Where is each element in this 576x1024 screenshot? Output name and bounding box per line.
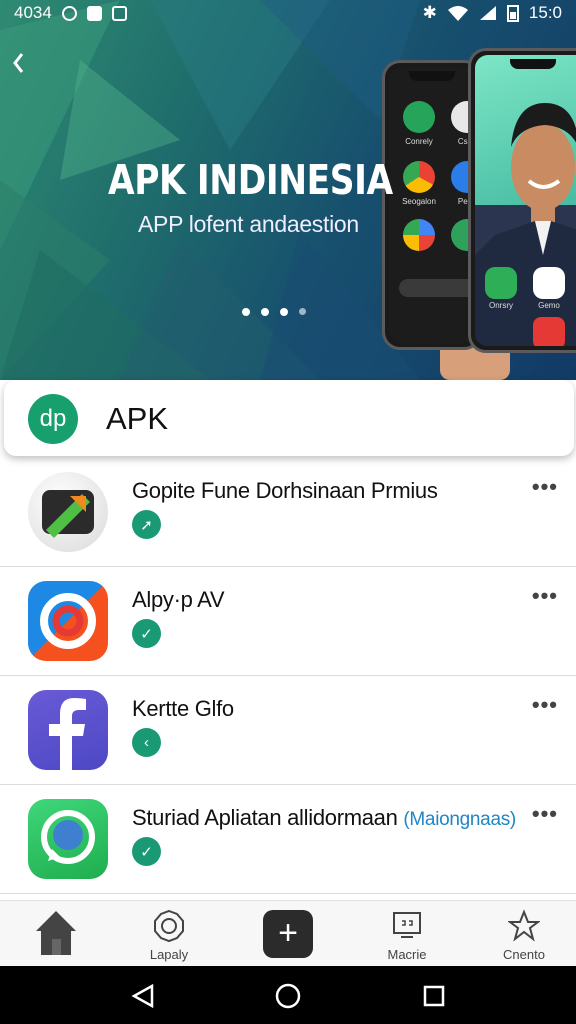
system-navigation-bar <box>0 966 576 1024</box>
add-button[interactable]: + <box>263 910 313 958</box>
more-options-icon[interactable]: ••• <box>532 801 558 827</box>
app-tag[interactable]: (Maiongnaas) <box>403 809 516 830</box>
phone-app-icon <box>403 101 435 133</box>
settings-icon <box>154 909 184 943</box>
nav-label: Lapaly <box>149 947 189 962</box>
app-name-text: Gopite Fune Dorhsinaan Prmius <box>132 478 438 503</box>
whatsapp-icon <box>41 810 95 864</box>
hero-banner[interactable]: APK INDINESIA APP lofent andaestion Conr… <box>0 0 576 380</box>
image-icon <box>86 5 102 21</box>
wifi-icon <box>447 6 468 21</box>
back-button[interactable] <box>10 50 34 78</box>
nav-home[interactable] <box>6 901 106 967</box>
carousel-dot[interactable] <box>299 308 306 315</box>
hero-title: APK INDINESIA <box>108 156 393 204</box>
battery-icon <box>506 5 519 22</box>
phone-app-label: Seogalon <box>402 197 436 206</box>
clock-alarm-icon <box>61 5 77 21</box>
youtube-icon <box>533 317 565 346</box>
chevron-left-icon <box>13 53 24 73</box>
nav-label: Cnento <box>503 947 545 962</box>
status-right: ✱ 15:0 <box>423 3 562 23</box>
camera-icon <box>111 5 127 21</box>
app-name: Sturiad Apliatan allidormaan (Maiongnaas… <box>132 805 516 831</box>
list-item[interactable]: Sturiad Apliatan allidormaan (Maiongnaas… <box>0 785 576 894</box>
app-name: Kertte Glfo <box>132 696 234 722</box>
app-icon <box>28 799 108 879</box>
page-title: APK <box>106 401 169 436</box>
status-left: 4034 <box>14 3 127 23</box>
more-options-icon[interactable]: ••• <box>532 692 558 718</box>
brand-logo[interactable]: dp <box>28 394 78 444</box>
app-name: Alpy·p AV <box>132 587 225 613</box>
bluetooth-icon: ✱ <box>422 3 437 22</box>
verified-badge: ‹ <box>132 728 161 757</box>
header-card: dp APK <box>4 380 574 456</box>
status-bar: 4034 ✱ 15:0 <box>0 0 576 26</box>
app-name-text: Alpy·p AV <box>132 587 225 612</box>
phone-search-bar <box>399 279 475 297</box>
phone-illustration-large: Onrsry Gemo <box>468 48 576 353</box>
carousel-dot-active[interactable] <box>280 308 288 316</box>
app-icon <box>28 472 108 552</box>
add-icon: + <box>278 914 298 952</box>
nav-favorites[interactable]: Cnento <box>474 901 574 967</box>
hero-subtitle: APP lofent andaestion <box>138 211 359 237</box>
google-icon <box>403 219 435 251</box>
spiral-icon <box>40 593 96 649</box>
phone-app-label: Conrely <box>405 137 433 146</box>
phone-app-label: Gemo <box>538 301 560 310</box>
signal-icon <box>479 6 496 20</box>
list-item[interactable]: Alpy·p AV ✓ ••• <box>0 567 576 676</box>
system-nav-buttons <box>131 983 445 1009</box>
recents-square-icon[interactable] <box>423 985 445 1007</box>
phone-app-label: Onrsry <box>489 301 513 310</box>
verified-badge: ➚ <box>132 510 161 539</box>
app-name-text: Sturiad Apliatan allidormaan <box>132 805 398 830</box>
pencil-icon <box>42 490 94 538</box>
list-item[interactable]: Gopite Fune Dorhsinaan Prmius ➚ ••• <box>0 458 576 567</box>
app-name: Gopite Fune Dorhsinaan Prmius <box>132 478 438 504</box>
facebook-icon <box>49 698 86 770</box>
app-name-text: Kertte Glfo <box>132 696 234 721</box>
app-list: Gopite Fune Dorhsinaan Prmius ➚ ••• Alpy… <box>0 458 576 894</box>
nav-label: Macrie <box>387 947 427 962</box>
more-options-icon[interactable]: ••• <box>532 474 558 500</box>
app-icon <box>28 581 108 661</box>
status-time: 4034 <box>14 3 52 22</box>
verified-badge: ✓ <box>132 619 161 648</box>
carousel-dot[interactable] <box>242 308 250 316</box>
play-store-icon <box>533 267 565 299</box>
nav-monitor[interactable]: Macrie <box>357 901 457 967</box>
bottom-navigation: Lapaly + Macrie Cnento <box>0 900 576 966</box>
app-icon <box>28 690 108 770</box>
phone-app-icon <box>485 267 517 299</box>
home-icon <box>36 911 76 955</box>
back-triangle-icon[interactable] <box>131 983 154 1009</box>
monitor-icon <box>393 912 421 938</box>
chrome-icon <box>403 161 435 193</box>
nav-settings[interactable]: Lapaly <box>119 901 219 967</box>
carousel-dot[interactable] <box>261 308 269 316</box>
list-item[interactable]: Kertte Glfo ‹ ••• <box>0 676 576 785</box>
carousel-dots <box>242 308 306 316</box>
home-circle-icon[interactable] <box>275 983 301 1009</box>
verified-badge: ✓ <box>132 837 161 866</box>
phone-illustration-small: Conrely Csec Seogalon Peec <box>382 60 482 350</box>
status-clock: 15:0 <box>528 3 562 22</box>
star-icon <box>508 909 540 942</box>
more-options-icon[interactable]: ••• <box>532 583 558 609</box>
